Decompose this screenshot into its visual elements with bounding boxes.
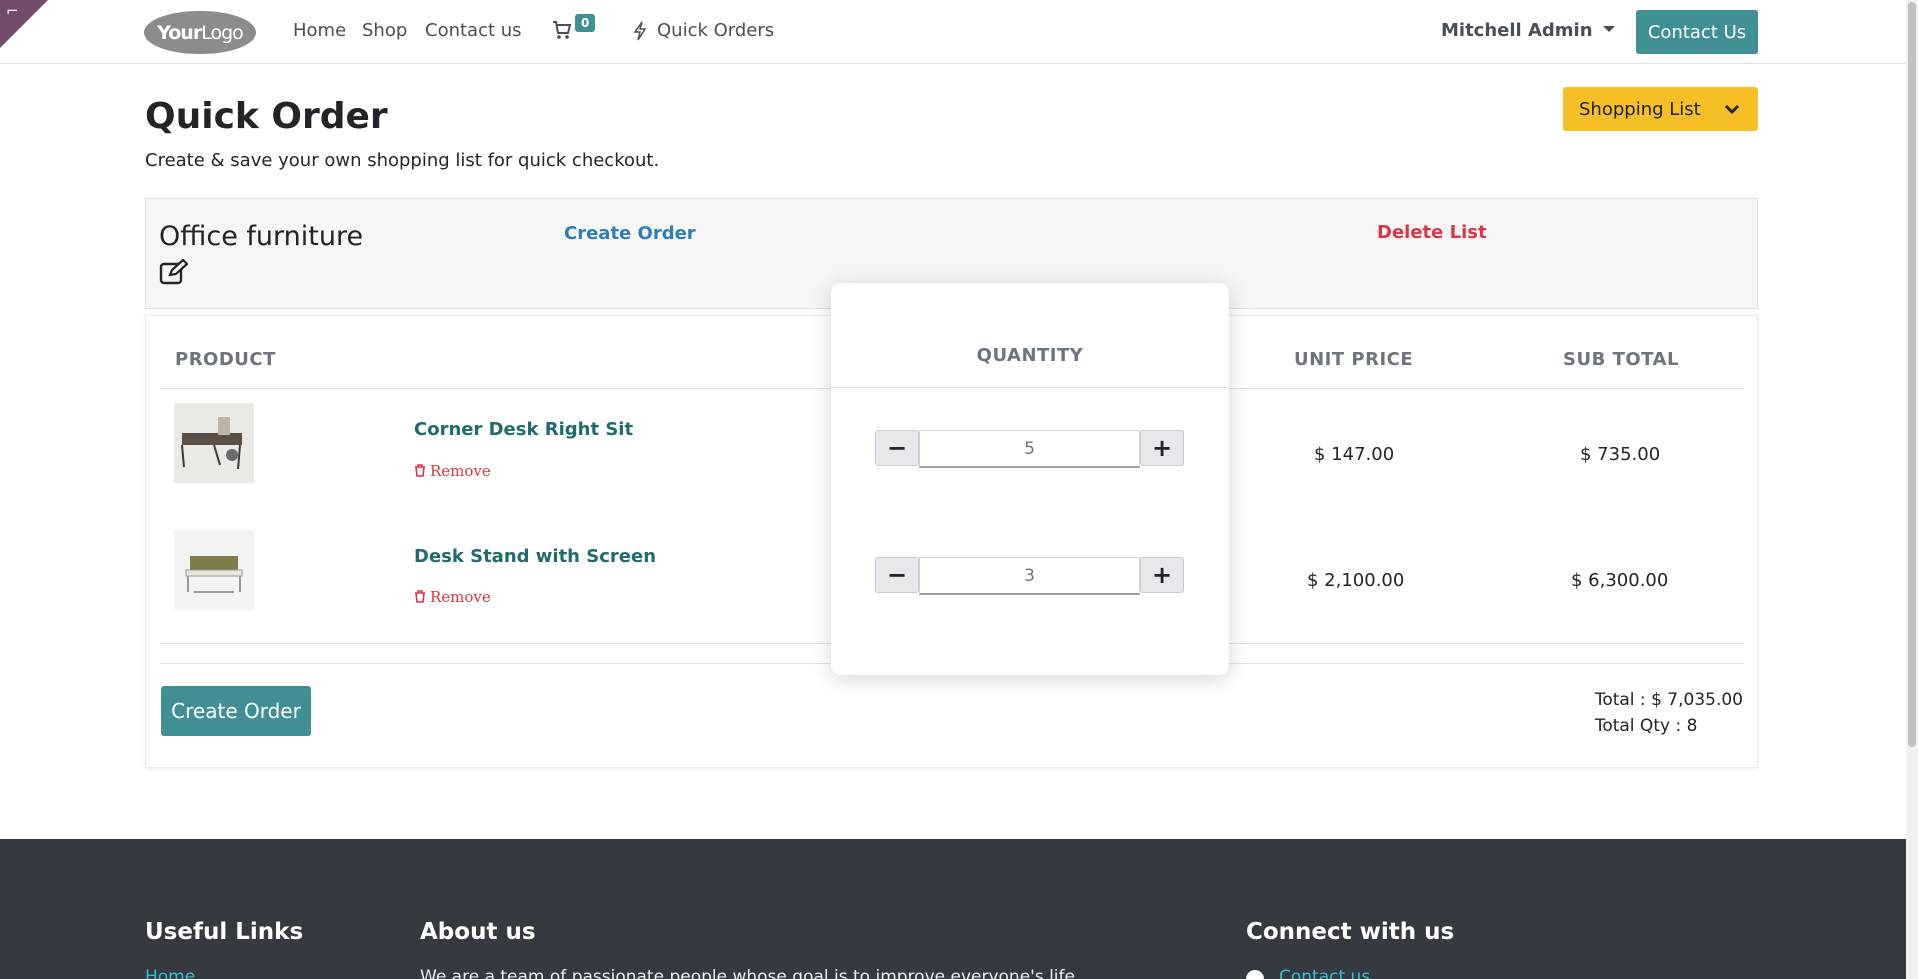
create-order-link[interactable]: Create Order bbox=[564, 223, 696, 244]
user-name: Mitchell Admin bbox=[1441, 20, 1593, 41]
unit-price-cell: $ 147.00 bbox=[1314, 444, 1395, 465]
logo-text-bold: Your bbox=[157, 21, 202, 44]
shopping-list-label: Shopping List bbox=[1579, 98, 1701, 120]
quantity-column-popover: QUANTITY − + − + bbox=[831, 283, 1229, 675]
quantity-header-divider bbox=[831, 387, 1229, 388]
order-totals: Total : $ 7,035.00 Total Qty : 8 bbox=[1595, 687, 1743, 739]
product-image[interactable] bbox=[174, 403, 254, 483]
envelope-icon bbox=[1246, 970, 1264, 979]
quantity-stepper: − + bbox=[875, 430, 1184, 468]
page-title: Quick Order bbox=[145, 96, 388, 137]
product-name-link[interactable]: Corner Desk Right Sit bbox=[414, 419, 633, 440]
user-menu-dropdown[interactable]: Mitchell Admin bbox=[1441, 20, 1615, 41]
top-navbar: Your Logo Home Shop Contact us 0 Quick Or… bbox=[0, 0, 1906, 64]
nav-shop-link[interactable]: Shop bbox=[362, 20, 407, 41]
minus-icon[interactable]: − bbox=[875, 557, 919, 593]
sub-total-cell: $ 6,300.00 bbox=[1571, 570, 1669, 591]
column-header-quantity: QUANTITY bbox=[976, 345, 1084, 366]
remove-label: Remove bbox=[430, 462, 491, 480]
list-name: Office furniture bbox=[159, 221, 364, 252]
plus-icon[interactable]: + bbox=[1140, 557, 1184, 593]
contact-us-button[interactable]: Contact Us bbox=[1636, 10, 1758, 54]
shopping-list-dropdown-button[interactable]: Shopping List bbox=[1563, 87, 1758, 131]
footer-about-heading: About us bbox=[420, 919, 536, 945]
minus-icon[interactable]: − bbox=[875, 430, 919, 466]
chevron-down-icon bbox=[1724, 104, 1740, 115]
remove-product-link[interactable]: Remove bbox=[414, 588, 491, 606]
trash-icon bbox=[415, 590, 425, 603]
nav-contact-link[interactable]: Contact us bbox=[425, 20, 522, 41]
scrollbar-thumb[interactable] bbox=[1908, 2, 1916, 747]
site-logo[interactable]: Your Logo bbox=[144, 11, 256, 54]
edit-icon[interactable] bbox=[159, 259, 188, 285]
column-header-product: PRODUCT bbox=[175, 349, 276, 370]
plus-icon[interactable]: + bbox=[1140, 430, 1184, 466]
site-footer: Useful Links Home About us We are a team… bbox=[0, 839, 1906, 979]
column-header-unit-price: UNIT PRICE bbox=[1294, 349, 1414, 370]
page-subtitle: Create & save your own shopping list for… bbox=[145, 150, 660, 171]
nav-home-link[interactable]: Home bbox=[293, 20, 346, 41]
product-name-link[interactable]: Desk Stand with Screen bbox=[414, 546, 656, 567]
quantity-input[interactable] bbox=[919, 430, 1140, 468]
unit-price-cell: $ 2,100.00 bbox=[1307, 570, 1405, 591]
cart-count-badge[interactable]: 0 bbox=[575, 14, 596, 32]
footer-connect-heading: Connect with us bbox=[1246, 919, 1455, 945]
bolt-icon bbox=[633, 21, 647, 41]
footer-home-link[interactable]: Home bbox=[145, 967, 195, 979]
debug-corner-icon[interactable]: ⌐ bbox=[6, 2, 19, 20]
column-header-sub-total: SUB TOTAL bbox=[1563, 349, 1679, 370]
page-scrollbar[interactable] bbox=[1906, 0, 1918, 979]
remove-product-link[interactable]: Remove bbox=[414, 462, 491, 480]
trash-icon bbox=[415, 464, 425, 477]
create-order-button[interactable]: Create Order bbox=[161, 686, 311, 736]
footer-about-text: We are a team of passionate people whose… bbox=[420, 967, 1075, 979]
delete-list-link[interactable]: Delete List bbox=[1377, 222, 1487, 243]
quantity-input[interactable] bbox=[919, 557, 1140, 595]
total-quantity: Total Qty : 8 bbox=[1594, 716, 1698, 736]
logo-text: Logo bbox=[201, 21, 244, 44]
quantity-stepper: − + bbox=[875, 557, 1184, 595]
product-image[interactable] bbox=[174, 530, 254, 610]
total-amount: Total : $ 7,035.00 bbox=[1594, 690, 1743, 710]
caret-down-icon bbox=[1602, 26, 1615, 32]
footer-useful-links-heading: Useful Links bbox=[145, 919, 304, 945]
sub-total-cell: $ 735.00 bbox=[1580, 444, 1661, 465]
cart-icon[interactable] bbox=[552, 20, 572, 40]
nav-quick-orders-link[interactable]: Quick Orders bbox=[657, 20, 774, 41]
footer-contact-link[interactable]: Contact us bbox=[1279, 967, 1370, 979]
remove-label: Remove bbox=[430, 588, 491, 606]
